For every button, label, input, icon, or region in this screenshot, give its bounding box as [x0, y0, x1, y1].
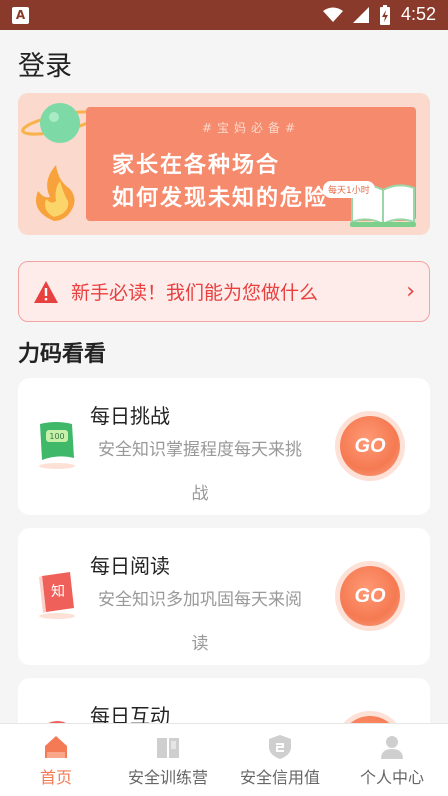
svg-text:100: 100: [49, 432, 64, 441]
bottom-tab-bar: 首页 安全训练营 安全信用值 个人中心: [0, 723, 448, 796]
book-100-icon: 100: [39, 422, 75, 469]
warning-icon: [34, 280, 58, 303]
go-button[interactable]: GO: [340, 416, 400, 476]
promo-banner[interactable]: #宝妈必备# 家长在各种场合 如何发现未知的危险 每天1小时: [18, 93, 430, 235]
card-description: 安全知识多加巩固每天来阅读: [98, 590, 302, 654]
tab-label: 个人中心: [359, 768, 424, 787]
tab-home[interactable]: 首页: [0, 724, 112, 796]
card-daily-reading[interactable]: 知 每日阅读 安全知识多加巩固每天来阅读 GO: [18, 528, 430, 665]
book-icon: [157, 738, 179, 758]
card-daily-challenge[interactable]: 100 每日挑战 安全知识掌握程度每天来挑战 GO: [18, 378, 430, 515]
home-icon: [45, 736, 67, 758]
book-zhi-icon: 知: [39, 572, 75, 619]
chevron-right-icon: ›: [406, 279, 415, 304]
notice-text: 新手必读！我们能为您做什么: [71, 282, 319, 304]
banner-tag: #宝妈必备#: [201, 121, 301, 135]
section-title: 力码看看: [18, 342, 107, 367]
tab-training-camp[interactable]: 安全训练营: [112, 724, 224, 796]
card-description: 安全知识掌握程度每天来挑战: [98, 440, 302, 504]
page-title: 登录: [18, 51, 72, 82]
tab-label: 首页: [39, 768, 72, 787]
person-icon: [381, 736, 403, 759]
banner-headline-1: 家长在各种场合: [112, 153, 281, 178]
card-title: 每日挑战: [90, 404, 170, 428]
tab-profile[interactable]: 个人中心: [336, 724, 448, 796]
status-bar: A 4:52: [0, 0, 448, 30]
go-button[interactable]: GO: [340, 566, 400, 626]
rocket-flame-icon: [36, 165, 75, 221]
clock-time: 4:52: [400, 4, 436, 24]
newbie-guide-notice[interactable]: 新手必读！我们能为您做什么 ›: [18, 261, 430, 322]
tab-label: 安全训练营: [127, 768, 208, 787]
battery-icon: [379, 4, 390, 25]
app-notification-icon: A: [12, 7, 29, 24]
banner-badge: 每天1小时: [323, 181, 375, 198]
signal-icon: [352, 6, 369, 23]
card-title: 每日阅读: [90, 554, 170, 578]
wifi-icon: [322, 7, 343, 22]
system-icons: 4:52: [322, 4, 436, 25]
shield-icon: [269, 735, 291, 759]
tab-credit-score[interactable]: 安全信用值: [224, 724, 336, 796]
tab-label: 安全信用值: [239, 768, 320, 787]
svg-text:知: 知: [51, 583, 65, 600]
banner-headline-2: 如何发现未知的危险: [112, 186, 329, 211]
